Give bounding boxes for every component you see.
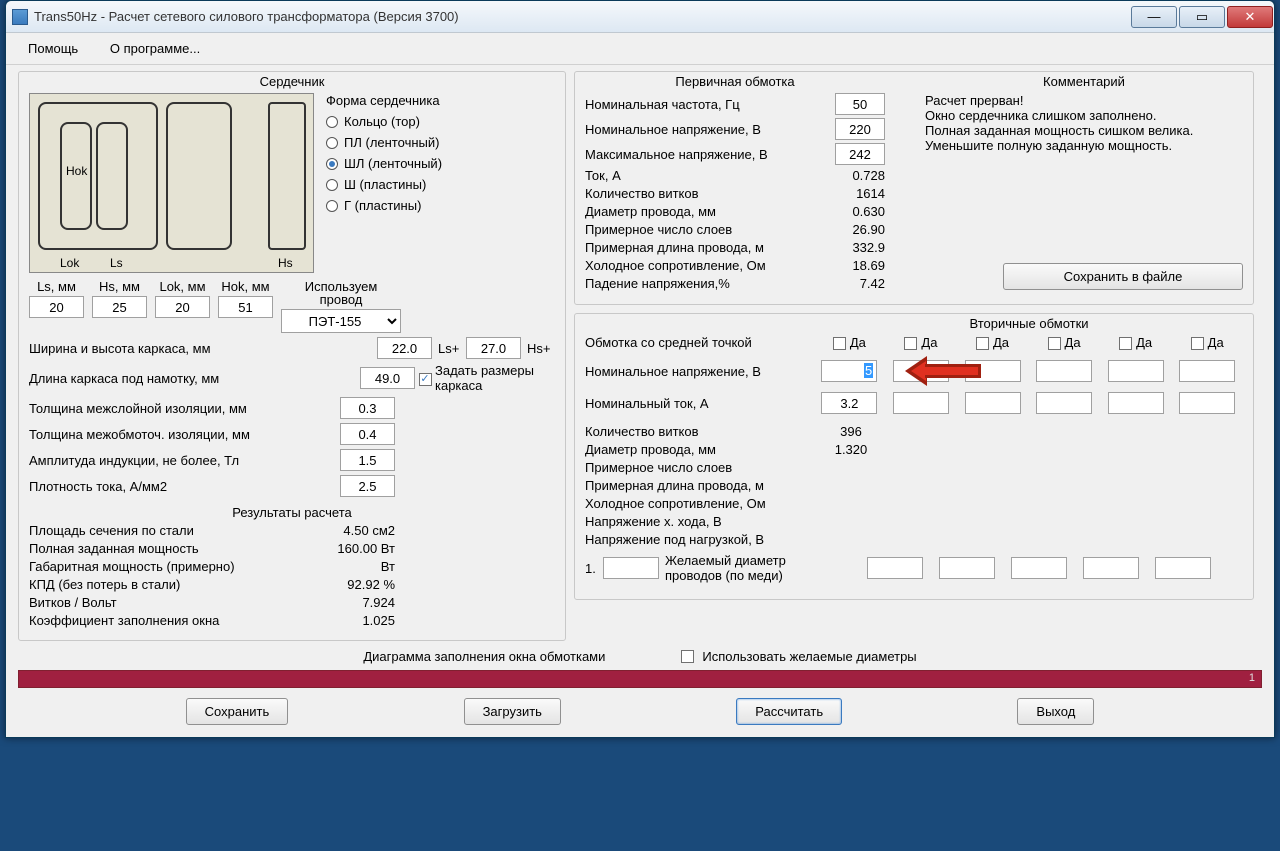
prim-dwire: 0.630 (815, 204, 885, 219)
input-frame-w[interactable] (377, 337, 432, 359)
menu-help[interactable]: Помощь (14, 37, 92, 60)
diag-hok: Hok (66, 164, 87, 178)
sec-vnom-5[interactable] (1108, 360, 1164, 382)
input-vmax[interactable] (835, 143, 885, 165)
input-hs[interactable] (92, 296, 147, 318)
tap-check-3[interactable] (976, 337, 989, 350)
input-hok[interactable] (218, 296, 273, 318)
sec-turns: 396 (815, 424, 887, 439)
input-frame-len[interactable] (360, 367, 415, 389)
tap-check-6[interactable] (1191, 337, 1204, 350)
prim-i: 0.728 (815, 168, 885, 183)
radio-ring[interactable] (326, 116, 338, 128)
close-button[interactable]: ✕ (1227, 6, 1273, 28)
load-button[interactable]: Загрузить (464, 698, 561, 725)
diagram-label: Диаграмма заполнения окна обмотками (363, 649, 605, 664)
wish-d-2[interactable] (939, 557, 995, 579)
input-frame-h[interactable] (466, 337, 521, 359)
window-title: Trans50Hz - Расчет сетевого силового тра… (34, 9, 1130, 24)
use-wish-check[interactable] (681, 650, 694, 663)
prim-len: 332.9 (815, 240, 885, 255)
radio-g[interactable] (326, 200, 338, 212)
sec-inom-5[interactable] (1108, 392, 1164, 414)
sec-inom-2[interactable] (893, 392, 949, 414)
res-fill: 1.025 (305, 612, 395, 630)
wish-d-0[interactable] (603, 557, 659, 579)
check-set-frame[interactable] (419, 373, 432, 386)
tap-check-2[interactable] (904, 337, 917, 350)
save-button[interactable]: Сохранить (186, 698, 289, 725)
app-icon (12, 9, 28, 25)
comment-text: Расчет прерван! Окно сердечника слишком … (925, 93, 1243, 153)
tap-check-4[interactable] (1048, 337, 1061, 350)
res-eff: 92.92 % (305, 576, 395, 594)
sec-inom-1[interactable] (821, 392, 877, 414)
res-steel-area: 4.50 см2 (305, 522, 395, 540)
tap-check-5[interactable] (1119, 337, 1132, 350)
menu-about[interactable]: О программе... (96, 37, 214, 60)
comment-title: Комментарий (925, 74, 1243, 89)
diag-hs: Hs (278, 256, 293, 270)
prim-turns: 1614 (815, 186, 885, 201)
res-gab-power: Вт (305, 558, 395, 576)
wire-select[interactable]: ПЭТ-155 (281, 309, 401, 333)
input-lok[interactable] (155, 296, 210, 318)
primary-title: Первичная обмотка (585, 74, 885, 89)
maximize-button[interactable]: ▭ (1179, 6, 1225, 28)
secondary-title: Вторичные обмотки (815, 316, 1243, 331)
tap-check-1[interactable] (833, 337, 846, 350)
diag-lok: Lok (60, 256, 79, 270)
save-file-button[interactable]: Сохранить в файле (1003, 263, 1243, 290)
prim-rcold: 18.69 (815, 258, 885, 273)
sec-inom-4[interactable] (1036, 392, 1092, 414)
sec-inom-6[interactable] (1179, 392, 1235, 414)
radio-shl[interactable] (326, 158, 338, 170)
input-ls[interactable] (29, 296, 84, 318)
radio-sh[interactable] (326, 179, 338, 191)
secondary-group: Вторичные обмотки Обмотка со средней точ… (574, 313, 1254, 600)
app-window: Trans50Hz - Расчет сетевого силового тра… (5, 0, 1275, 738)
input-freq[interactable] (835, 93, 885, 115)
prim-vdrop: 7.42 (815, 276, 885, 291)
input-j[interactable] (340, 475, 395, 497)
pointer-arrow (905, 356, 985, 386)
prim-layers: 26.90 (815, 222, 885, 237)
sec-vnom-4[interactable] (1036, 360, 1092, 382)
wish-d-5[interactable] (1155, 557, 1211, 579)
results-title: Результаты расчета (29, 505, 555, 520)
wish-d-1[interactable] (867, 557, 923, 579)
calc-button[interactable]: Рассчитать (736, 698, 842, 725)
wish-d-3[interactable] (1011, 557, 1067, 579)
radio-pl[interactable] (326, 137, 338, 149)
input-inter-layer[interactable] (340, 397, 395, 419)
core-title: Сердечник (29, 74, 555, 89)
core-diagram: Hok Lok Ls Hs (29, 93, 314, 273)
sec-vnom-6[interactable] (1179, 360, 1235, 382)
menubar: Помощь О программе... (6, 33, 1274, 65)
diag-ls: Ls (110, 256, 123, 270)
fill-bar: 1 (18, 670, 1262, 688)
core-group: Сердечник Hok Lok Ls Hs Форма с (18, 71, 566, 641)
res-tpv: 7.924 (305, 594, 395, 612)
sec-dwire: 1.320 (815, 442, 887, 457)
titlebar: Trans50Hz - Расчет сетевого силового тра… (6, 1, 1274, 33)
exit-button[interactable]: Выход (1017, 698, 1094, 725)
shape-label: Форма сердечника (326, 93, 442, 108)
input-bmax[interactable] (340, 449, 395, 471)
sec-inom-3[interactable] (965, 392, 1021, 414)
wish-d-4[interactable] (1083, 557, 1139, 579)
input-inter-wind[interactable] (340, 423, 395, 445)
minimize-button[interactable]: — (1131, 6, 1177, 28)
primary-group: Первичная обмотка Номинальная частота, Г… (574, 71, 1254, 305)
res-full-power: 160.00 Вт (305, 540, 395, 558)
input-vnom[interactable] (835, 118, 885, 140)
